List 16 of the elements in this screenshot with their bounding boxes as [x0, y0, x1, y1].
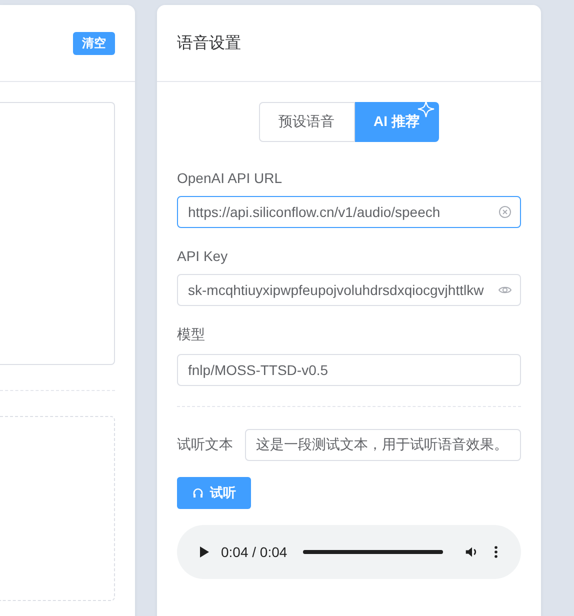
tab[interactable]: 预设语音	[258, 102, 355, 142]
clear-icon[interactable]	[498, 205, 512, 219]
play-icon[interactable]	[197, 545, 211, 559]
input-field[interactable]: 这是一段测试文本，用于试听语音效果。	[245, 429, 521, 461]
field-label: OpenAI API URL	[177, 170, 284, 186]
field-label: API Key	[177, 248, 229, 264]
input-field[interactable]: fnlp/MOSS-TTSD-v0.5	[177, 354, 521, 386]
input-field[interactable]: sk-mcqhtiuyxipwpfeupojvoluhdrsdxqiocgvjhttlkw	[177, 274, 521, 306]
progress-slider[interactable]	[303, 550, 443, 554]
playback-time: 0:04 / 0:04	[221, 544, 288, 560]
field-label: 试听文本	[177, 436, 233, 454]
field-label: 模型	[177, 326, 206, 344]
volume-icon[interactable]	[465, 545, 479, 559]
headphones-icon	[192, 487, 204, 499]
input-field[interactable]: https://api.siliconflow.cn/v1/audio/speech	[177, 196, 521, 228]
panel-title: 语音设置	[177, 34, 241, 54]
